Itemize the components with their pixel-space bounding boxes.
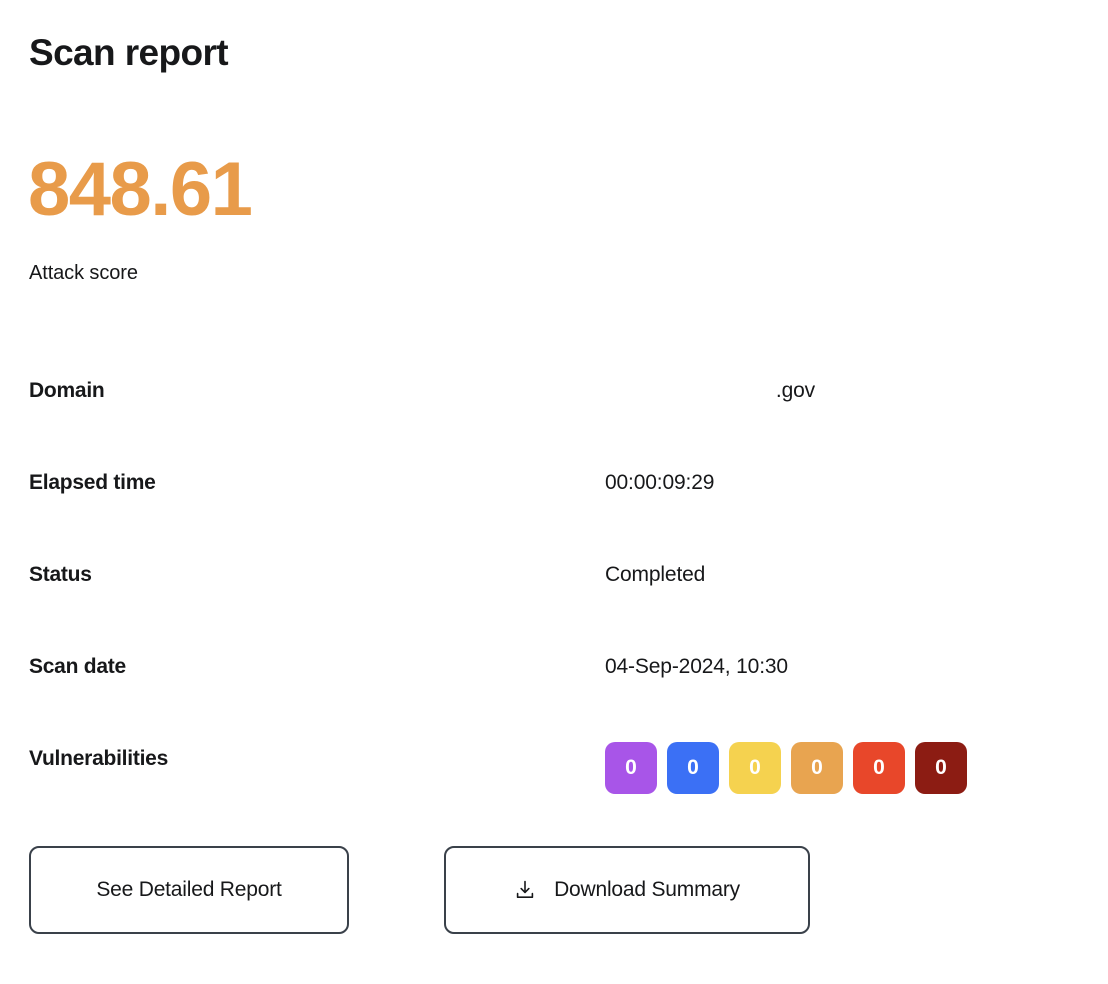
detail-label-scan-date: Scan date	[29, 655, 126, 678]
detail-value-domain: .gov	[775, 379, 815, 402]
scan-report-page: Scan report 848.61 Attack score Domain .…	[0, 0, 1108, 984]
detail-row-elapsed-time: Elapsed time 00:00:09:29	[0, 452, 1108, 544]
vulnerability-badge-low-yellow[interactable]: 0	[729, 742, 781, 794]
vulnerability-badge-info-blue[interactable]: 0	[667, 742, 719, 794]
vulnerability-badge-critical-purple[interactable]: 0	[605, 742, 657, 794]
detail-label-vulnerabilities: Vulnerabilities	[29, 747, 169, 770]
detail-label-elapsed-time: Elapsed time	[29, 471, 156, 494]
download-summary-button[interactable]: Download Summary	[444, 846, 810, 934]
attack-score-value: 848.61	[28, 147, 253, 232]
see-detailed-report-button[interactable]: See Detailed Report	[29, 846, 349, 934]
download-icon	[514, 879, 536, 901]
vulnerability-badge-group: 0 0 0 0 0 0	[605, 742, 967, 794]
detail-row-domain: Domain .gov	[0, 360, 1108, 452]
vulnerability-badge-critical-darkred[interactable]: 0	[915, 742, 967, 794]
page-title: Scan report	[29, 32, 229, 73]
detail-label-domain: Domain	[29, 379, 105, 402]
download-summary-label: Download Summary	[554, 878, 740, 901]
detail-row-status: Status Completed	[0, 544, 1108, 636]
vulnerability-badge-high-red[interactable]: 0	[853, 742, 905, 794]
detail-row-scan-date: Scan date 04-Sep-2024, 10:30	[0, 636, 1108, 728]
attack-score-label: Attack score	[29, 262, 138, 284]
detail-value-elapsed-time: 00:00:09:29	[605, 471, 715, 494]
see-detailed-report-label: See Detailed Report	[96, 878, 282, 901]
detail-label-status: Status	[29, 563, 92, 586]
vulnerability-badge-medium-orange[interactable]: 0	[791, 742, 843, 794]
detail-value-scan-date: 04-Sep-2024, 10:30	[605, 655, 788, 678]
status-badge: Completed	[605, 563, 706, 586]
action-buttons: See Detailed Report Download Summary	[29, 846, 810, 934]
